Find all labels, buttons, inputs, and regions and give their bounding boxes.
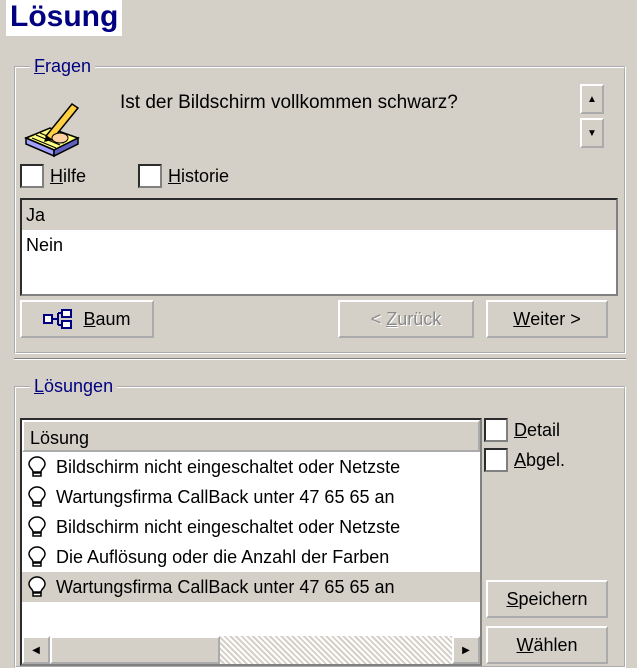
scroll-down-button[interactable]: ▼ <box>580 118 604 148</box>
separator <box>14 358 626 360</box>
detail-checkbox[interactable]: Detail <box>484 418 560 442</box>
historie-checkbox-box[interactable] <box>138 164 162 188</box>
abgel-label: Abgel. <box>514 449 566 470</box>
solution-row[interactable]: Die Auflösung oder die Anzahl der Farben <box>22 542 480 572</box>
solution-row[interactable]: Wartungsfirma CallBack unter 47 65 65 an <box>22 572 480 602</box>
scroll-right-button[interactable]: ▶ <box>452 636 480 664</box>
book-pencil-icon <box>24 102 80 158</box>
loesungen-group: Lösungen Lösung Bildschirm nicht eingesc… <box>14 374 626 668</box>
answer-list[interactable]: Ja Nein <box>20 198 618 296</box>
weiter-button[interactable]: Weiter > <box>486 300 608 338</box>
tree-icon <box>43 309 73 329</box>
fragen-legend: Fragen <box>30 54 96 78</box>
scroll-thumb[interactable] <box>50 636 220 664</box>
lightbulb-icon <box>28 516 46 537</box>
historie-checkbox[interactable]: Historie <box>138 164 229 188</box>
zurueck-button[interactable]: < Zurück <box>338 300 474 338</box>
horizontal-scrollbar[interactable]: ◀ ▶ <box>22 636 480 664</box>
solution-row[interactable]: Bildschirm nicht eingeschaltet oder Netz… <box>22 452 480 482</box>
loesungen-legend: Lösungen <box>30 374 118 398</box>
waehlen-button[interactable]: Wählen <box>486 626 608 664</box>
scroll-track[interactable] <box>220 636 452 664</box>
solution-list[interactable]: Lösung Bildschirm nicht eingeschaltet od… <box>20 418 482 666</box>
lightbulb-icon <box>28 546 46 567</box>
detail-checkbox-box[interactable] <box>484 418 508 442</box>
baum-button[interactable]: Baum <box>20 300 154 338</box>
lightbulb-icon <box>28 456 46 477</box>
detail-label: Detail <box>514 419 561 440</box>
hilfe-checkbox[interactable]: Hilfe <box>20 164 86 188</box>
hilfe-label: Hilfe <box>50 165 87 186</box>
answer-item-nein[interactable]: Nein <box>22 230 616 260</box>
solution-row[interactable]: Bildschirm nicht eingeschaltet oder Netz… <box>22 512 480 542</box>
fragen-group: Fragen Ist der Bildschirm vollkommen sch… <box>14 54 626 354</box>
solution-row[interactable]: Wartungsfirma CallBack unter 47 65 65 an <box>22 482 480 512</box>
abgel-checkbox-box[interactable] <box>484 448 508 472</box>
answer-item-ja[interactable]: Ja <box>22 200 616 230</box>
question-text: Ist der Bildschirm vollkommen schwarz? <box>120 92 458 113</box>
scroll-up-button[interactable]: ▲ <box>580 84 604 114</box>
scroll-left-button[interactable]: ◀ <box>22 636 50 664</box>
abgel-checkbox[interactable]: Abgel. <box>484 448 565 472</box>
hilfe-checkbox-box[interactable] <box>20 164 44 188</box>
speichern-button[interactable]: Speichern <box>486 580 608 618</box>
lightbulb-icon <box>28 486 46 507</box>
baum-label: Baum <box>83 308 131 329</box>
window-title: Lösung <box>6 0 123 36</box>
historie-label: Historie <box>168 165 230 186</box>
lightbulb-icon <box>28 576 46 597</box>
column-header-loesung[interactable]: Lösung <box>22 420 480 452</box>
